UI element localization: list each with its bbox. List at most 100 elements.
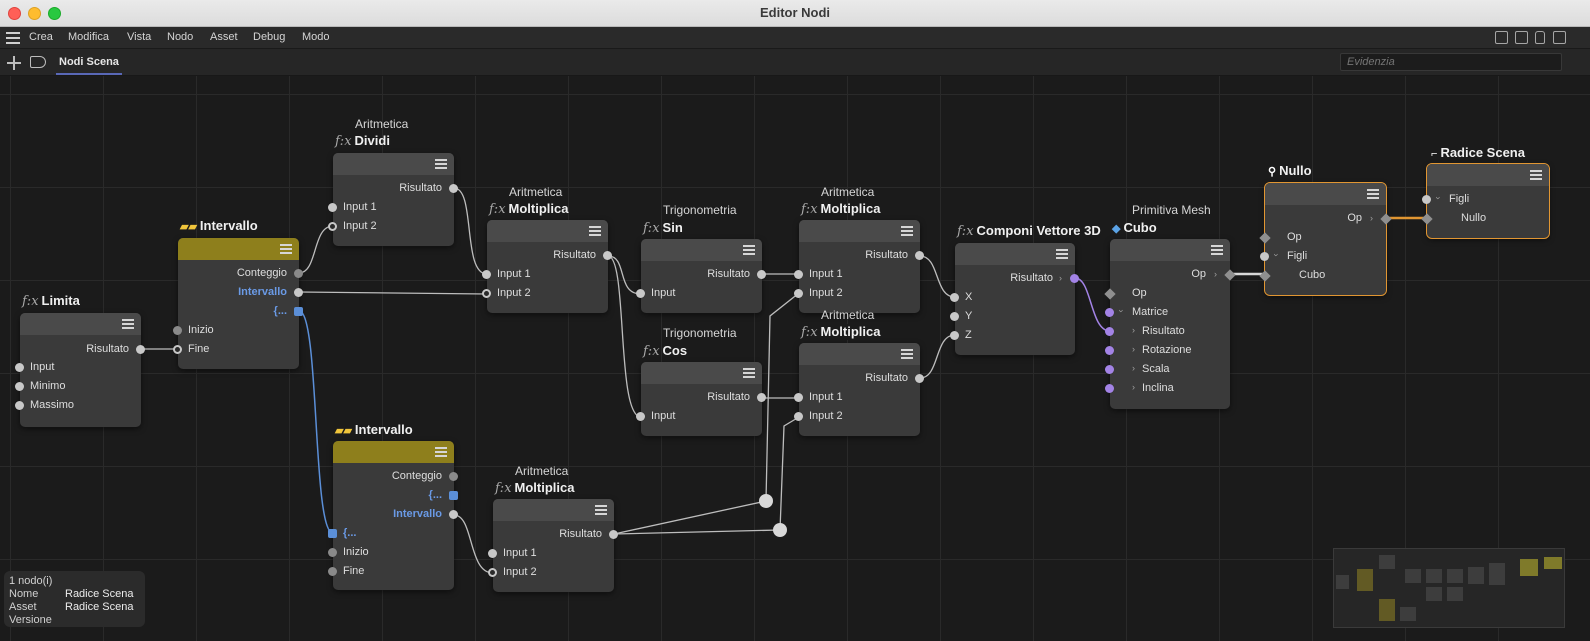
- node-menu-icon[interactable]: [595, 505, 607, 515]
- node-limita[interactable]: Risultato Input Minimo Massimo: [15, 313, 145, 427]
- expand-icon[interactable]: [1553, 31, 1566, 44]
- input-port[interactable]: [328, 203, 337, 212]
- output-port[interactable]: [449, 491, 458, 500]
- panel-right-icon[interactable]: [1515, 31, 1528, 44]
- node-componi-vettore-3d[interactable]: Risultato › X Y Z: [950, 243, 1079, 355]
- node-sin[interactable]: Risultato Input: [636, 239, 766, 313]
- menu-asset[interactable]: Asset: [210, 31, 238, 43]
- collapse-chevron-icon[interactable]: ›: [1434, 197, 1444, 200]
- input-port[interactable]: [173, 326, 182, 335]
- node-dividi[interactable]: Risultato Input 1 Input 2: [328, 153, 458, 246]
- input-port[interactable]: [15, 382, 24, 391]
- expand-chevron-icon[interactable]: ›: [1059, 273, 1062, 283]
- menu-vista[interactable]: Vista: [127, 31, 151, 43]
- tag-icon[interactable]: [30, 56, 46, 68]
- node-radice-scena[interactable]: › Figli Nullo: [1421, 163, 1550, 239]
- menu-crea[interactable]: Crea: [29, 31, 53, 43]
- input-port[interactable]: [794, 412, 803, 421]
- output-port[interactable]: [136, 345, 145, 354]
- output-port[interactable]: [915, 374, 924, 383]
- input-port[interactable]: [1422, 195, 1431, 204]
- input-port[interactable]: [794, 270, 803, 279]
- input-port[interactable]: [950, 312, 959, 321]
- tab-nodi-scena[interactable]: Nodi Scena: [56, 53, 122, 75]
- output-port[interactable]: [1070, 274, 1079, 283]
- relay-point[interactable]: [759, 494, 773, 508]
- input-port[interactable]: [950, 293, 959, 302]
- output-port[interactable]: [757, 393, 766, 402]
- expand-chevron-icon[interactable]: ›: [1132, 363, 1135, 373]
- output-port[interactable]: [915, 251, 924, 260]
- node-moltiplica[interactable]: Risultato Input 1 Input 2: [794, 220, 924, 313]
- collapse-chevron-icon[interactable]: ›: [1117, 310, 1127, 313]
- menu-modifica[interactable]: Modifica: [68, 31, 109, 43]
- input-port[interactable]: [328, 222, 337, 231]
- menu-debug[interactable]: Debug: [253, 31, 285, 43]
- node-menu-icon[interactable]: [1530, 170, 1542, 180]
- menu-nodo[interactable]: Nodo: [167, 31, 193, 43]
- input-port[interactable]: [15, 401, 24, 410]
- hamburger-icon[interactable]: [6, 32, 20, 44]
- input-port[interactable]: [328, 548, 337, 557]
- node-nullo[interactable]: Op › Op › Figli Cubo: [1259, 182, 1392, 296]
- node-moltiplica[interactable]: Risultato Input 1 Input 2: [482, 220, 612, 313]
- node-menu-icon[interactable]: [901, 349, 913, 359]
- node-menu-icon[interactable]: [280, 244, 292, 254]
- input-port[interactable]: [482, 289, 491, 298]
- panel-left-icon[interactable]: [1495, 31, 1508, 44]
- node-menu-icon[interactable]: [589, 226, 601, 236]
- node-cubo[interactable]: Op › Op › Matrice › Risultato › Rotazion…: [1104, 239, 1236, 409]
- output-port[interactable]: [757, 270, 766, 279]
- node-moltiplica[interactable]: Risultato Input 1 Input 2: [794, 343, 924, 436]
- node-menu-icon[interactable]: [1367, 189, 1379, 199]
- relay-point[interactable]: [773, 523, 787, 537]
- expand-chevron-icon[interactable]: ›: [1214, 269, 1217, 279]
- node-menu-icon[interactable]: [122, 319, 134, 329]
- input-port[interactable]: [488, 549, 497, 558]
- input-port[interactable]: [328, 529, 337, 538]
- menu-modo[interactable]: Modo: [302, 31, 330, 43]
- input-port[interactable]: [1105, 327, 1114, 336]
- input-port[interactable]: [950, 331, 959, 340]
- output-port[interactable]: [294, 269, 303, 278]
- node-menu-icon[interactable]: [1211, 245, 1223, 255]
- minimap[interactable]: [1333, 548, 1565, 628]
- output-port[interactable]: [603, 251, 612, 260]
- input-port[interactable]: [15, 363, 24, 372]
- input-port[interactable]: [636, 289, 645, 298]
- input-port[interactable]: [1260, 252, 1269, 261]
- expand-chevron-icon[interactable]: ›: [1132, 325, 1135, 335]
- output-port[interactable]: [294, 288, 303, 297]
- output-port[interactable]: [294, 307, 303, 316]
- input-port[interactable]: [1105, 308, 1114, 317]
- expand-chevron-icon[interactable]: ›: [1132, 344, 1135, 354]
- input-port[interactable]: [488, 568, 497, 577]
- input-port[interactable]: [482, 270, 491, 279]
- node-menu-icon[interactable]: [435, 447, 447, 457]
- add-tab-icon[interactable]: [6, 55, 22, 71]
- node-menu-icon[interactable]: [435, 159, 447, 169]
- output-port[interactable]: [449, 472, 458, 481]
- output-port[interactable]: [609, 530, 618, 539]
- input-port[interactable]: [794, 393, 803, 402]
- node-intervallo[interactable]: Conteggio {... Intervallo {... Inizio Fi…: [328, 441, 458, 590]
- input-port[interactable]: [1105, 365, 1114, 374]
- lock-icon[interactable]: [1535, 31, 1545, 44]
- node-menu-icon[interactable]: [743, 368, 755, 378]
- node-cos[interactable]: Risultato Input: [636, 362, 766, 436]
- output-port[interactable]: [449, 510, 458, 519]
- output-port[interactable]: [449, 184, 458, 193]
- input-port[interactable]: [173, 345, 182, 354]
- input-port[interactable]: [1105, 384, 1114, 393]
- collapse-chevron-icon[interactable]: ›: [1272, 254, 1282, 257]
- node-intervallo[interactable]: Conteggio Intervallo {... Inizio Fine: [173, 238, 303, 369]
- node-moltiplica[interactable]: Risultato Input 1 Input 2: [488, 499, 618, 592]
- input-port[interactable]: [1105, 346, 1114, 355]
- node-menu-icon[interactable]: [901, 226, 913, 236]
- input-port[interactable]: [328, 567, 337, 576]
- input-port[interactable]: [636, 412, 645, 421]
- node-menu-icon[interactable]: [743, 245, 755, 255]
- highlight-search-input[interactable]: [1340, 53, 1562, 71]
- expand-chevron-icon[interactable]: ›: [1132, 382, 1135, 392]
- input-port[interactable]: [794, 289, 803, 298]
